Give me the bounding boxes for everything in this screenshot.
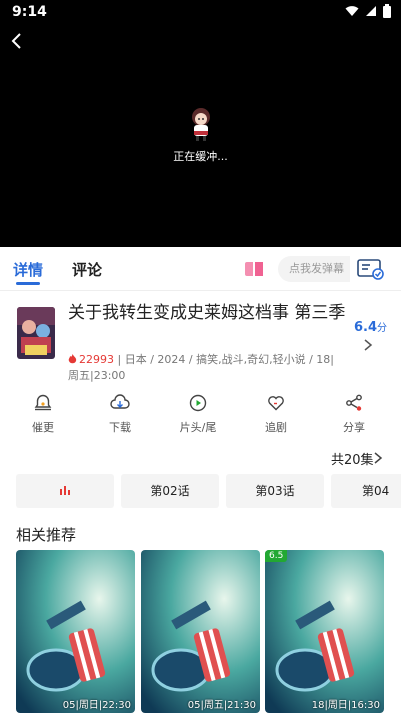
recommendation-label: 05|周日|22:30 [62, 700, 131, 711]
share-button[interactable]: 分享 [324, 393, 384, 435]
loading-mascot-icon [192, 108, 210, 141]
rating[interactable]: 6.4分 [354, 319, 387, 335]
action-label: 片头/尾 [179, 421, 217, 434]
action-label: 下载 [109, 421, 131, 434]
chevron-right-icon[interactable] [373, 451, 383, 465]
action-bar: 催更 下载 片头/尾 追剧 分享 [0, 393, 401, 439]
status-bar: 9:14 [0, 0, 401, 26]
episode-list: 第02话 第03话 第04 [16, 474, 401, 508]
recommendation-label: 18|周日|16:30 [311, 700, 380, 711]
show-meta: 22993 | 日本 / 2024 / 搞笑,战斗,奇幻,轻小说 / 18|周五… [68, 352, 338, 384]
danmu-input[interactable]: 点我发弹幕 [278, 256, 350, 282]
status-icons [345, 4, 391, 18]
danmu-settings-icon[interactable] [356, 257, 386, 281]
episode-count[interactable]: 共20集 [331, 449, 374, 468]
recommendation-card[interactable]: 6.5 18|周日|16:30 [265, 550, 384, 713]
episode-item[interactable]: 第03话 [226, 474, 324, 508]
play-circle-icon [189, 394, 207, 412]
action-label: 追剧 [265, 421, 287, 434]
status-time: 9:14 [12, 4, 47, 20]
download-button[interactable]: 下载 [90, 393, 150, 435]
score-badge: 6.5 [265, 550, 288, 562]
tab-comment[interactable]: 评论 [72, 259, 102, 280]
episode-item[interactable]: 第04 [331, 474, 401, 508]
action-label: 催更 [32, 421, 54, 434]
buffering-text: 正在缓冲... [173, 150, 228, 163]
video-player[interactable]: 9:14 正在缓冲... [0, 0, 401, 247]
danmu-toggle-icon[interactable] [243, 258, 265, 280]
tab-detail[interactable]: 详情 [13, 259, 43, 280]
heat-count: 22993 [79, 353, 114, 366]
recommendation-thumbnail [141, 550, 260, 713]
skip-intro-outro-button[interactable]: 片头/尾 [168, 393, 228, 435]
remind-update-button[interactable]: 催更 [13, 393, 73, 435]
recommendation-card[interactable]: 05|周日|22:30 [16, 550, 135, 713]
episode-item[interactable]: 第02话 [121, 474, 219, 508]
back-arrow-icon[interactable] [6, 30, 28, 52]
battery-icon [383, 4, 391, 18]
wifi-icon [345, 6, 359, 16]
rating-unit: 分 [377, 323, 388, 334]
signal-icon [366, 6, 376, 16]
heart-icon [268, 396, 284, 411]
follow-button[interactable]: 追剧 [246, 393, 306, 435]
show-title: 关于我转生变成史莱姆这档事 第三季 [68, 303, 346, 323]
share-icon [346, 394, 362, 411]
flame-icon [68, 354, 77, 364]
action-label: 分享 [343, 421, 365, 434]
recommendations-title: 相关推荐 [16, 526, 77, 544]
recommendation-thumbnail [16, 550, 135, 713]
bell-icon [34, 394, 52, 411]
episode-item-current[interactable] [16, 474, 114, 508]
cloud-download-icon [110, 394, 130, 409]
now-playing-icon [60, 486, 70, 495]
tab-active-indicator [16, 282, 40, 285]
poster-image [17, 307, 55, 359]
recommendation-thumbnail [265, 550, 384, 713]
chevron-right-icon[interactable] [362, 338, 374, 352]
recommendation-card[interactable]: 05|周五|21:30 [141, 550, 260, 713]
recommendation-label: 05|周五|21:30 [187, 700, 256, 711]
rating-value: 6.4 [354, 320, 378, 335]
